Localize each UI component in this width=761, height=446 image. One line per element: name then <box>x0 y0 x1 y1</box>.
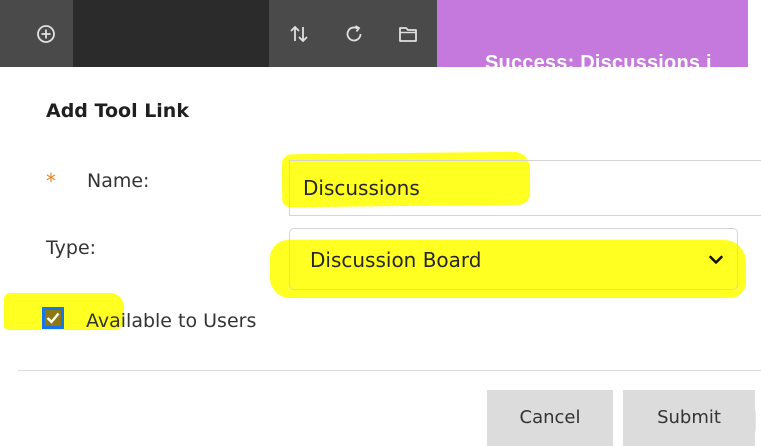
checkmark-icon <box>46 312 60 324</box>
name-input[interactable] <box>289 160 761 216</box>
refresh-button[interactable] <box>342 22 366 46</box>
refresh-icon <box>346 25 362 42</box>
available-to-users-checkbox[interactable] <box>42 307 64 329</box>
course-menu-toolbar <box>0 0 437 67</box>
type-selected-value: Discussion Board <box>310 248 482 272</box>
type-label: Type: <box>46 237 97 259</box>
cancel-button[interactable]: Cancel <box>487 390 613 446</box>
chevron-down-icon <box>709 255 723 264</box>
available-to-users-label[interactable]: Available to Users <box>86 310 256 332</box>
toolbar-spacer <box>73 0 269 67</box>
reorder-button[interactable] <box>287 22 311 46</box>
add-circle-icon <box>37 25 55 43</box>
form-divider <box>18 370 761 371</box>
submit-button[interactable]: Submit <box>623 390 755 446</box>
manage-folders-button[interactable] <box>396 22 420 46</box>
reorder-arrows-icon <box>290 25 308 43</box>
add-tool-link-page: Success: Discussions i Add Tool Link * N… <box>0 0 761 446</box>
add-menu-item-button[interactable] <box>34 22 58 46</box>
dialog-title: Add Tool Link <box>46 100 189 122</box>
success-banner: Success: Discussions i <box>437 0 748 67</box>
required-indicator: * <box>46 169 56 193</box>
folder-icon <box>399 27 417 42</box>
type-select[interactable]: Discussion Board <box>289 228 738 290</box>
success-message: Success: Discussions i <box>485 52 712 67</box>
name-label: Name: <box>87 170 150 192</box>
